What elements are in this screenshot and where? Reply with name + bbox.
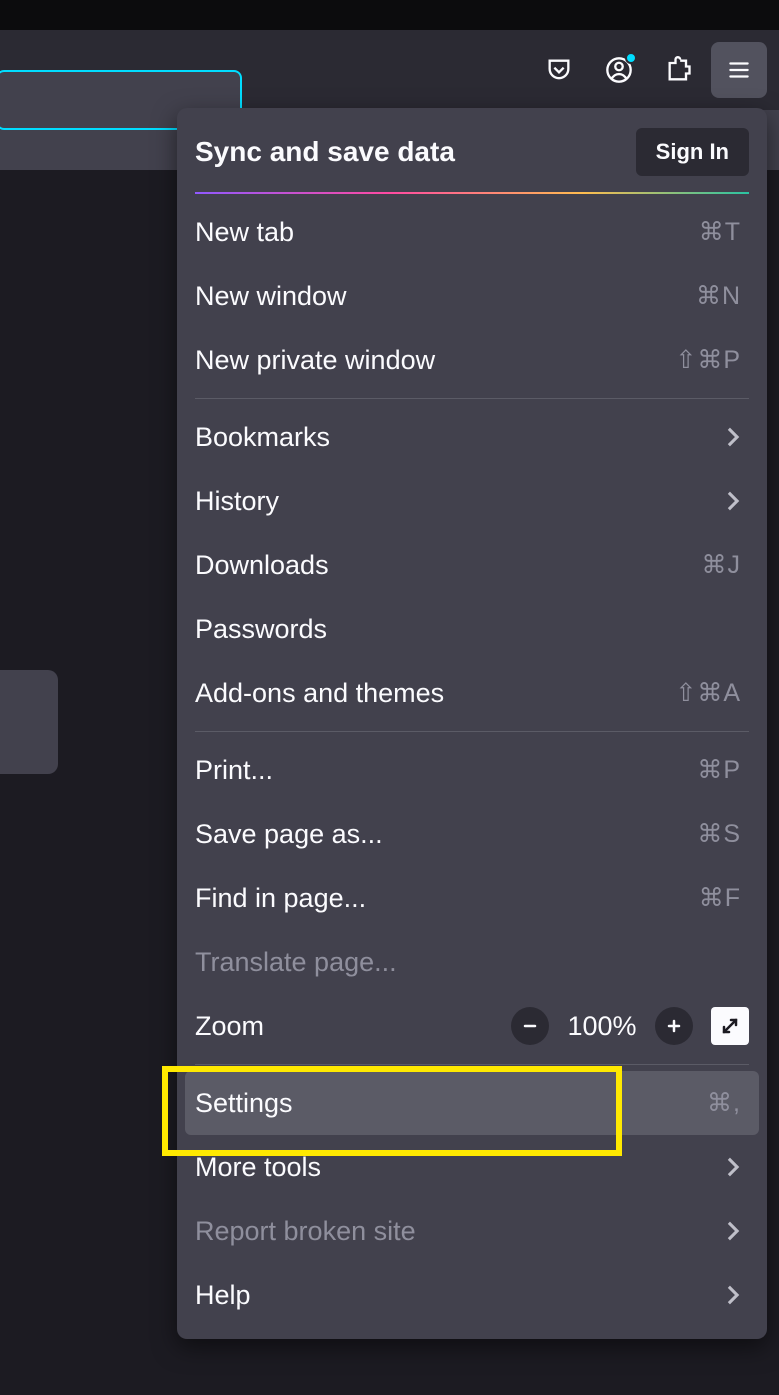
pocket-icon[interactable] <box>531 42 587 98</box>
zoom-out-button[interactable] <box>511 1007 549 1045</box>
shortcut-text: ⌘N <box>696 281 741 311</box>
shortcut-text: ⌘S <box>697 819 741 849</box>
menu-item-label: New window <box>195 281 347 312</box>
menu-item-label: Save page as... <box>195 819 383 850</box>
menu-item-label: Translate page... <box>195 947 397 978</box>
application-menu: Sync and save data Sign In New tab ⌘T Ne… <box>177 108 767 1339</box>
menu-item-label: Bookmarks <box>195 422 330 453</box>
shortcut-text: ⇧⌘P <box>675 345 741 375</box>
menu-item-history[interactable]: History <box>177 469 767 533</box>
menu-item-label: Report broken site <box>195 1216 416 1247</box>
notification-dot-icon <box>625 52 637 64</box>
window-titlebar <box>0 0 779 30</box>
menu-separator <box>195 1064 749 1065</box>
menu-item-translate: Translate page... <box>177 930 767 994</box>
menu-item-help[interactable]: Help <box>177 1263 767 1327</box>
menu-separator <box>195 398 749 399</box>
menu-item-label: Settings <box>195 1088 293 1119</box>
account-icon[interactable] <box>591 42 647 98</box>
zoom-in-button[interactable] <box>655 1007 693 1045</box>
menu-item-label: Downloads <box>195 550 329 581</box>
chevron-right-icon <box>725 1220 741 1242</box>
menu-item-print[interactable]: Print... ⌘P <box>177 738 767 802</box>
menu-item-save-page[interactable]: Save page as... ⌘S <box>177 802 767 866</box>
menu-item-label: Passwords <box>195 614 327 645</box>
sync-header: Sync and save data Sign In <box>177 108 767 192</box>
menu-item-new-tab[interactable]: New tab ⌘T <box>177 200 767 264</box>
sync-title: Sync and save data <box>195 136 455 168</box>
menu-item-label: History <box>195 486 279 517</box>
gradient-divider <box>195 192 749 194</box>
menu-item-zoom: Zoom 100% <box>177 994 767 1058</box>
menu-separator <box>195 731 749 732</box>
fullscreen-button[interactable] <box>711 1007 749 1045</box>
menu-item-label: Help <box>195 1280 251 1311</box>
chevron-right-icon <box>725 1284 741 1306</box>
menu-item-passwords[interactable]: Passwords <box>177 597 767 661</box>
menu-item-addons[interactable]: Add-ons and themes ⇧⌘A <box>177 661 767 725</box>
menu-item-settings[interactable]: Settings ⌘, <box>185 1071 759 1135</box>
zoom-value: 100% <box>561 1011 643 1042</box>
menu-item-bookmarks[interactable]: Bookmarks <box>177 405 767 469</box>
menu-item-new-window[interactable]: New window ⌘N <box>177 264 767 328</box>
menu-item-label: New private window <box>195 345 435 376</box>
menu-item-label: Add-ons and themes <box>195 678 444 709</box>
shortcut-text: ⌘, <box>707 1088 741 1118</box>
hamburger-menu-button[interactable] <box>711 42 767 98</box>
shortcut-text: ⌘F <box>699 883 741 913</box>
menu-item-new-private-window[interactable]: New private window ⇧⌘P <box>177 328 767 392</box>
menu-item-label: New tab <box>195 217 294 248</box>
shortcut-text: ⇧⌘A <box>675 678 741 708</box>
menu-item-label: More tools <box>195 1152 321 1183</box>
menu-item-more-tools[interactable]: More tools <box>177 1135 767 1199</box>
chevron-right-icon <box>725 426 741 448</box>
zoom-label: Zoom <box>195 1011 499 1042</box>
menu-item-find[interactable]: Find in page... ⌘F <box>177 866 767 930</box>
menu-item-downloads[interactable]: Downloads ⌘J <box>177 533 767 597</box>
menu-item-label: Print... <box>195 755 273 786</box>
menu-item-report-site: Report broken site <box>177 1199 767 1263</box>
browser-toolbar <box>0 30 779 110</box>
shortcut-text: ⌘T <box>699 217 741 247</box>
side-panel-nub <box>0 670 58 774</box>
menu-item-label: Find in page... <box>195 883 366 914</box>
chevron-right-icon <box>725 1156 741 1178</box>
signin-button[interactable]: Sign In <box>636 128 749 176</box>
shortcut-text: ⌘P <box>697 755 741 785</box>
shortcut-text: ⌘J <box>702 550 742 580</box>
chevron-right-icon <box>725 490 741 512</box>
extensions-icon[interactable] <box>651 42 707 98</box>
